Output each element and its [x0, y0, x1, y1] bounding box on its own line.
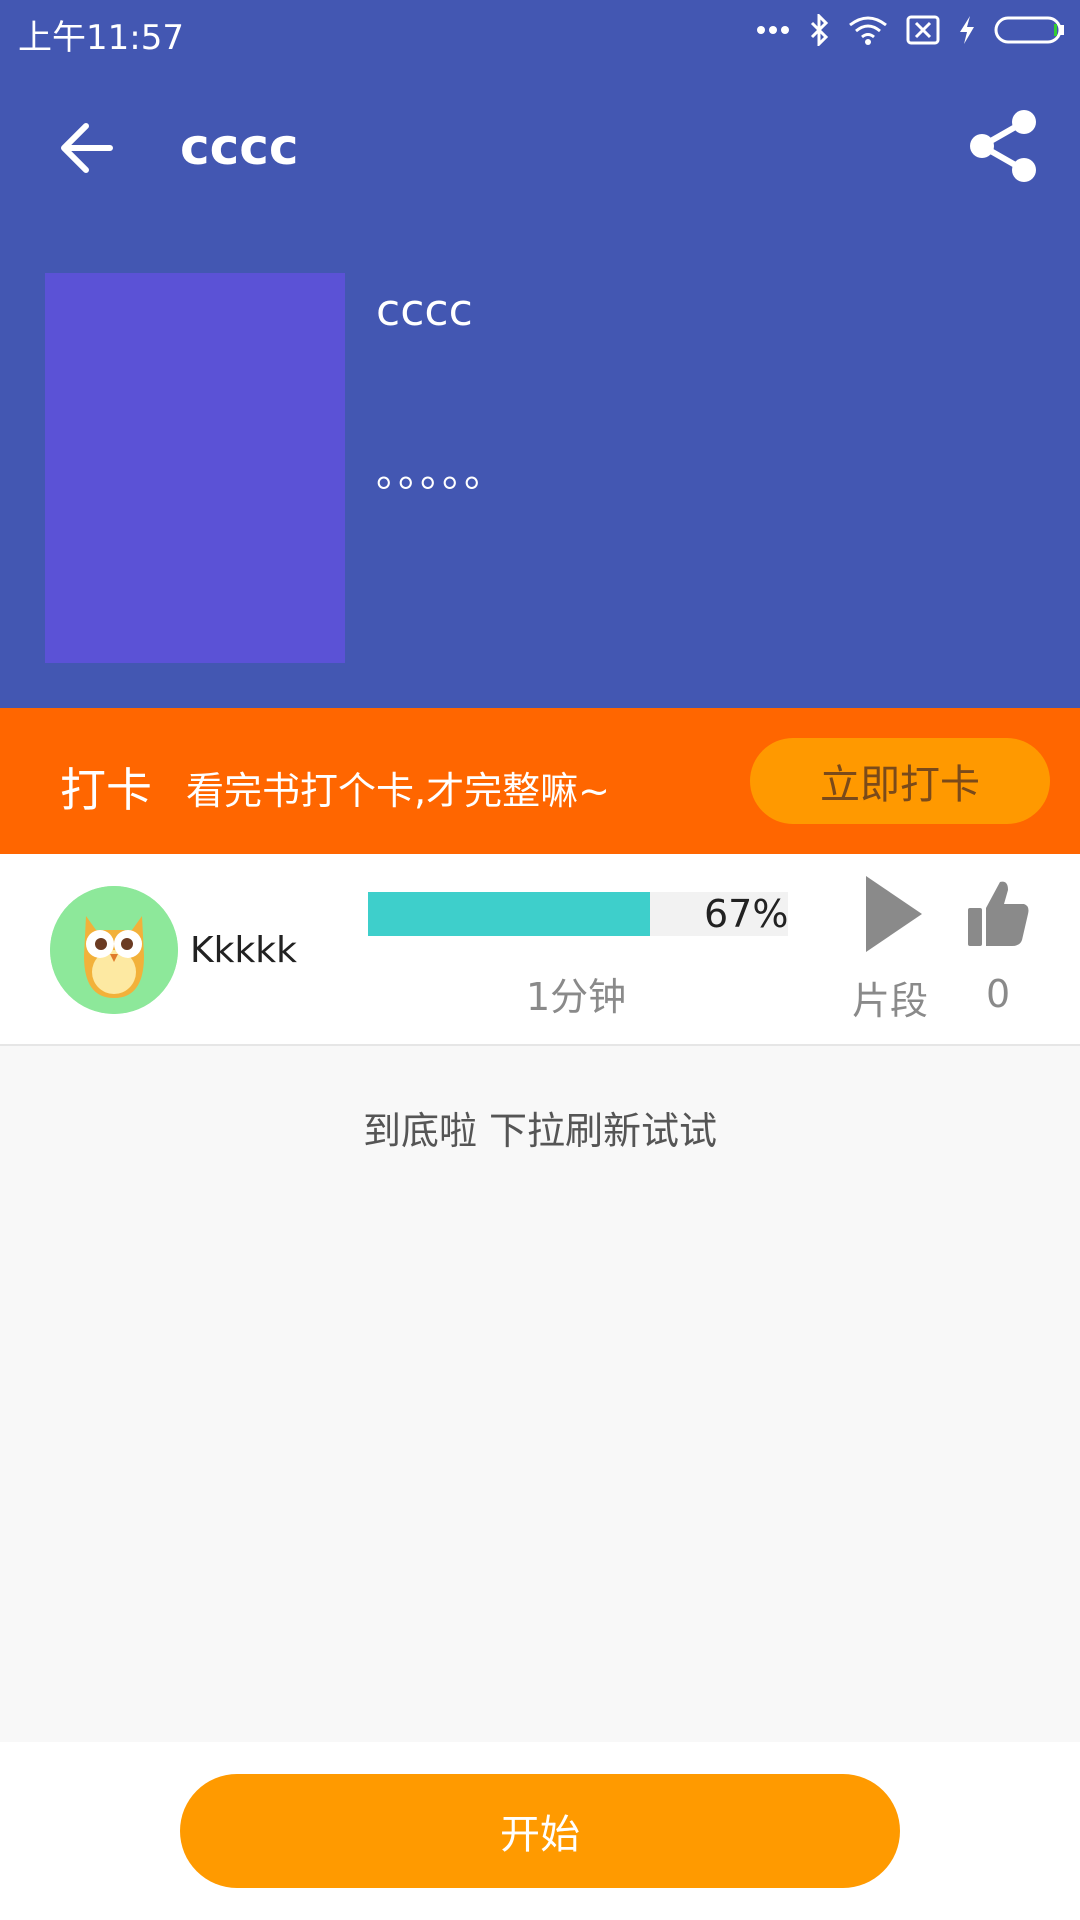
list-end-text: 到底啦 下拉刷新试试 [362, 1109, 718, 1153]
checkin-now-button[interactable]: 立即打卡 [750, 738, 1050, 824]
checkin-banner: 打卡 看完书打个卡,才完整嘛~ 立即打卡 [0, 708, 1080, 854]
share-icon[interactable] [964, 106, 1044, 186]
battery-icon [994, 16, 1064, 44]
charging-icon [960, 16, 974, 44]
book-description: 。。。。。 [376, 450, 506, 496]
play-clip-label[interactable]: 片段 [852, 970, 928, 1025]
checkin-label: 打卡 [60, 763, 152, 817]
bluetooth-icon [810, 14, 829, 46]
thumbs-up-icon[interactable] [966, 878, 1032, 948]
username: Kkkkk [190, 930, 297, 971]
wifi-icon [849, 16, 887, 45]
avatar[interactable] [50, 886, 178, 1014]
start-button[interactable]: 开始 [180, 1774, 900, 1888]
sim-x-icon [906, 15, 940, 45]
arrow-left-icon[interactable] [52, 112, 124, 184]
book-title: cccc [376, 285, 473, 336]
status-time: 上午11:57 [18, 18, 184, 58]
progress-percent: 67% [704, 892, 789, 936]
owl-avatar-icon [50, 886, 178, 1014]
app-bar: cccc [0, 60, 1080, 230]
status-icons [756, 12, 1066, 48]
like-count: 0 [986, 972, 1011, 1016]
page-title: cccc [180, 118, 299, 176]
book-cover [45, 273, 345, 663]
bottom-bar: 开始 [0, 1742, 1080, 1920]
progress-fill [368, 892, 650, 936]
reading-record-row: Kkkkk 67% 1分钟 片段 0 [0, 854, 1080, 1046]
more-dots-icon [757, 26, 789, 34]
reading-duration: 1分钟 [526, 975, 627, 1019]
checkin-message: 看完书打个卡,才完整嘛~ [186, 769, 610, 813]
header-section: 上午11:57 cccc cccc 。。。。。 [0, 0, 1080, 708]
play-icon[interactable] [862, 874, 926, 954]
status-bar: 上午11:57 [0, 0, 1080, 60]
